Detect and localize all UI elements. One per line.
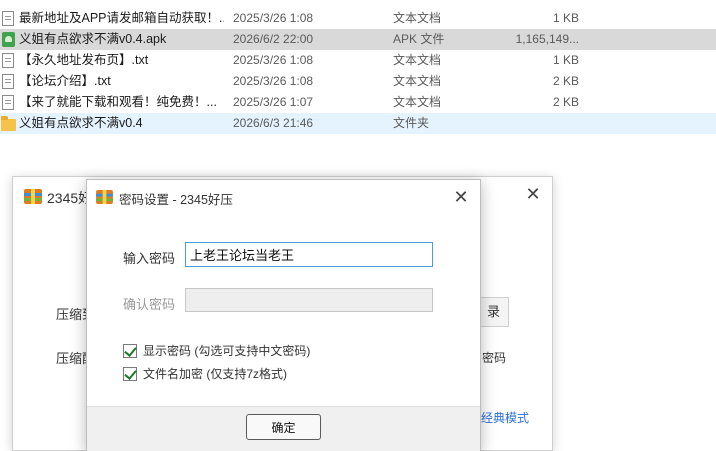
confirm-password-input[interactable]	[185, 288, 433, 312]
file-name: 义姐有点欲求不满v0.4.apk	[19, 32, 167, 46]
text-file-icon	[0, 8, 16, 29]
file-name: 【论坛介绍】.txt	[19, 74, 111, 88]
encrypt-filenames-checkbox[interactable]	[123, 366, 137, 381]
confirm-password-label: 确认密码	[123, 297, 176, 312]
file-row[interactable]: 【来了就能下载和观看！纯免费！... 2025/3/26 1:07 文本文档 2…	[0, 92, 716, 113]
file-date: 2026/6/3 21:46	[233, 116, 314, 130]
file-date: 2025/3/26 1:08	[233, 74, 314, 88]
password-input[interactable]	[185, 242, 433, 267]
encrypt-filenames-option[interactable]: 文件名加密 (仅支持7z格式)	[123, 365, 287, 382]
text-file-icon	[0, 71, 16, 92]
file-date: 2025/3/26 1:08	[233, 11, 314, 25]
file-size: 1 KB	[552, 11, 579, 25]
close-icon[interactable]: ✕	[449, 185, 473, 209]
file-size: 1 KB	[552, 53, 579, 67]
password-label: 输入密码	[123, 251, 176, 266]
apk-file-icon	[0, 29, 16, 50]
dialog-titlebar: 密码设置 - 2345好压 ✕	[87, 180, 480, 214]
haozip-logo-icon	[96, 190, 113, 204]
file-name: 【来了就能下载和观看！纯免费！...	[19, 95, 217, 109]
file-row[interactable]: 【论坛介绍】.txt 2025/3/26 1:08 文本文档 2 KB	[0, 71, 716, 92]
text-file-icon	[0, 92, 16, 113]
show-password-label: 显示密码 (勾选可支持中文密码)	[143, 344, 311, 358]
file-row[interactable]: 最新地址及APP请发邮箱自动获取！... 2025/3/26 1:08 文本文档…	[0, 8, 716, 29]
file-type: 文件夹	[393, 116, 430, 130]
file-type: 文本文档	[393, 95, 442, 109]
encrypt-filenames-label: 文件名加密 (仅支持7z格式)	[143, 367, 288, 381]
file-type: 文本文档	[393, 74, 442, 88]
password-text: 密码	[482, 351, 507, 365]
file-type: 文本文档	[393, 53, 442, 67]
text-file-icon	[0, 50, 16, 71]
dialog-footer: 确定	[87, 406, 480, 451]
file-name: 【永久地址发布页】.txt	[19, 53, 149, 67]
file-size: 2 KB	[552, 74, 579, 88]
file-name: 最新地址及APP请发邮箱自动获取！...	[19, 11, 224, 25]
show-password-checkbox[interactable]	[123, 343, 137, 358]
show-password-option[interactable]: 显示密码 (勾选可支持中文密码)	[123, 342, 310, 359]
file-type: APK 文件	[393, 32, 445, 46]
ok-button[interactable]: 确定	[246, 414, 321, 440]
haozip-logo-icon	[24, 189, 42, 204]
file-name: 义姐有点欲求不满v0.4	[19, 116, 143, 130]
file-size	[500, 113, 579, 134]
file-row[interactable]: 义姐有点欲求不满v0.4.apk 2026/6/2 22:00 APK 文件 1…	[0, 29, 716, 50]
password-dialog: 密码设置 - 2345好压 ✕ 输入密码 确认密码 显示密码 (勾选可支持中文密…	[86, 179, 481, 451]
file-row[interactable]: 【永久地址发布页】.txt 2025/3/26 1:08 文本文档 1 KB	[0, 50, 716, 71]
folder-icon	[0, 113, 16, 134]
file-row[interactable]: 义姐有点欲求不满v0.4 2026/6/3 21:46 文件夹	[0, 113, 716, 134]
file-size: 2 KB	[552, 95, 579, 109]
file-date: 2025/3/26 1:08	[233, 53, 314, 67]
file-list: 最新地址及APP请发邮箱自动获取！... 2025/3/26 1:08 文本文档…	[0, 8, 716, 134]
close-icon[interactable]: ✕	[522, 183, 544, 205]
dialog-title: 密码设置 - 2345好压	[119, 193, 233, 207]
file-date: 2026/6/2 22:00	[233, 32, 314, 46]
file-date: 2025/3/26 1:07	[233, 95, 314, 109]
file-size: 1,165,149...	[515, 32, 579, 46]
classic-mode-link[interactable]: 经典模式	[481, 409, 529, 426]
file-type: 文本文档	[393, 11, 442, 25]
